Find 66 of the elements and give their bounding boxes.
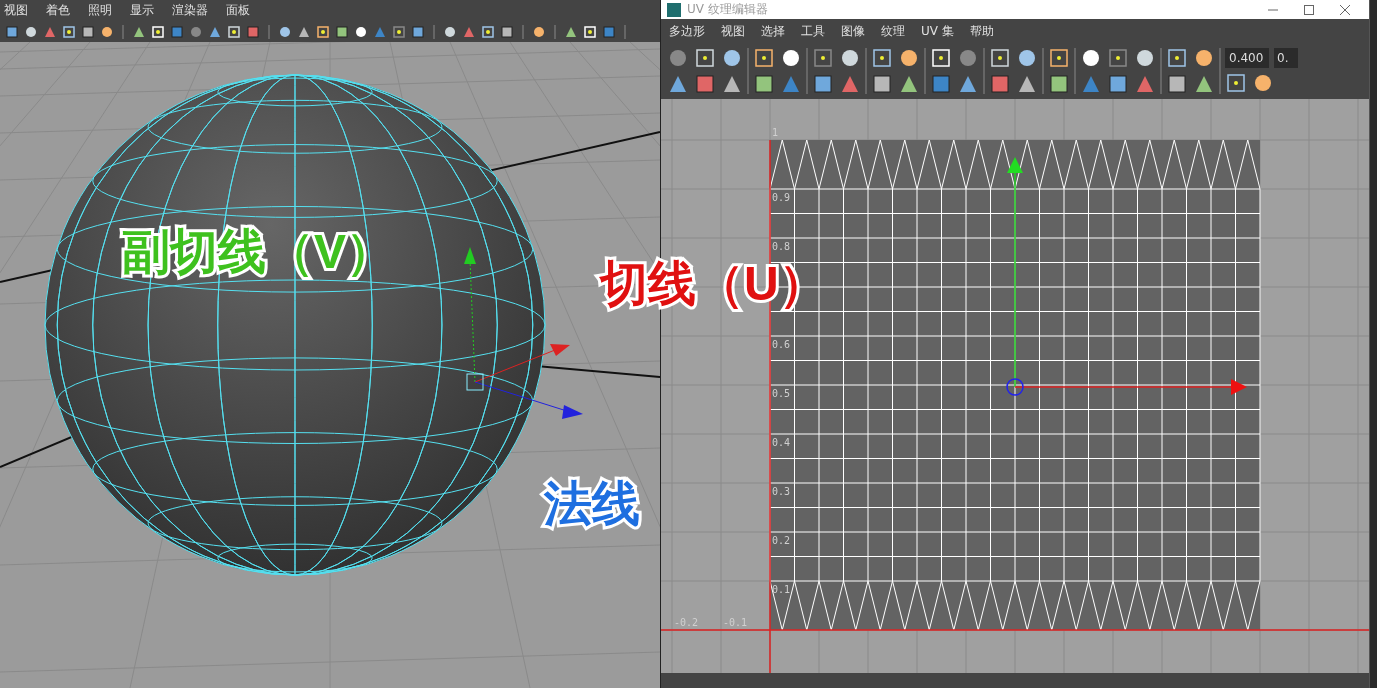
toolbar-button[interactable] [391, 23, 407, 40]
toolbar-button[interactable] [1252, 72, 1274, 94]
toolbar-button[interactable] [839, 47, 861, 69]
axis-tick-label: 0.6 [772, 339, 791, 350]
menu-item[interactable]: 显示 [130, 2, 154, 19]
toolbar-button[interactable] [871, 47, 893, 69]
toolbar-button[interactable] [1166, 73, 1188, 95]
menu-item[interactable]: 图像 [841, 22, 865, 40]
toolbar-button[interactable] [410, 23, 426, 40]
toolbar-button[interactable] [1166, 47, 1188, 69]
toolbar-button[interactable] [334, 23, 350, 40]
menu-item[interactable]: 着色 [46, 2, 70, 19]
annotation-label: 法线 [544, 476, 640, 532]
axis-tick-label: 0.3 [772, 486, 791, 497]
toolbar-button[interactable] [721, 47, 743, 69]
menu-item[interactable]: UV 集 [921, 22, 954, 40]
toolbar-button[interactable] [1193, 47, 1215, 69]
toolbar-button[interactable] [1225, 72, 1247, 94]
menu-item[interactable]: 照明 [88, 2, 112, 19]
menu-item[interactable]: 视图 [721, 22, 745, 40]
toolbar-button[interactable] [694, 47, 716, 69]
menu-item[interactable]: 选择 [761, 22, 785, 40]
axis-tick-label: 0.1 [772, 584, 791, 595]
toolbar-button[interactable] [499, 23, 515, 40]
axis-tick-label: 0.5 [772, 388, 791, 399]
toolbar-button[interactable] [753, 47, 775, 69]
toolbar-button[interactable] [812, 73, 834, 95]
toolbar-button[interactable] [61, 23, 77, 40]
menu-item[interactable]: 多边形 [669, 22, 705, 40]
toolbar-button[interactable] [898, 47, 920, 69]
number-field[interactable]: 0.400 [1225, 48, 1269, 68]
toolbar-button[interactable] [930, 47, 952, 69]
menu-item[interactable]: 面板 [226, 2, 250, 19]
toolbar-button[interactable] [1048, 47, 1070, 69]
toolbar-button[interactable] [1048, 73, 1070, 95]
toolbar-button[interactable] [1016, 47, 1038, 69]
toolbar-button[interactable] [4, 23, 20, 40]
window-title: UV 纹理编辑器 [687, 1, 768, 18]
axis-tick-label: 0.8 [772, 241, 791, 252]
toolbar-button[interactable] [1080, 47, 1102, 69]
menu-item[interactable]: 渲染器 [172, 2, 208, 19]
axis-tick-label: 0.4 [772, 437, 791, 448]
toolbar-button[interactable] [582, 23, 598, 40]
axis-tick-label: 0.9 [772, 192, 791, 203]
toolbar-button[interactable] [812, 47, 834, 69]
toolbar-button[interactable] [780, 47, 802, 69]
toolbar-button[interactable] [480, 23, 496, 40]
close-button[interactable] [1339, 3, 1351, 16]
toolbar-button[interactable] [315, 23, 331, 40]
toolbar-button[interactable] [226, 23, 242, 40]
toolbar-button[interactable] [80, 23, 96, 40]
toolbar-button[interactable] [871, 73, 893, 95]
maximize-button[interactable] [1303, 3, 1315, 16]
menu-item[interactable]: 纹理 [881, 22, 905, 40]
app-icon [667, 2, 681, 17]
toolbar-button[interactable] [1134, 47, 1156, 69]
toolbar-button[interactable] [150, 23, 166, 40]
menu-item[interactable]: 工具 [801, 22, 825, 40]
axis-tick-label: 0.2 [772, 535, 791, 546]
number-field[interactable]: 0. [1274, 48, 1298, 68]
menu-item[interactable]: 帮助 [969, 22, 994, 40]
toolbar-button[interactable] [1107, 47, 1129, 69]
menu-item[interactable]: 视图 [4, 2, 28, 19]
toolbar-button[interactable] [753, 73, 775, 95]
toolbar-button[interactable] [989, 47, 1011, 69]
toolbar-button[interactable] [1107, 73, 1129, 95]
